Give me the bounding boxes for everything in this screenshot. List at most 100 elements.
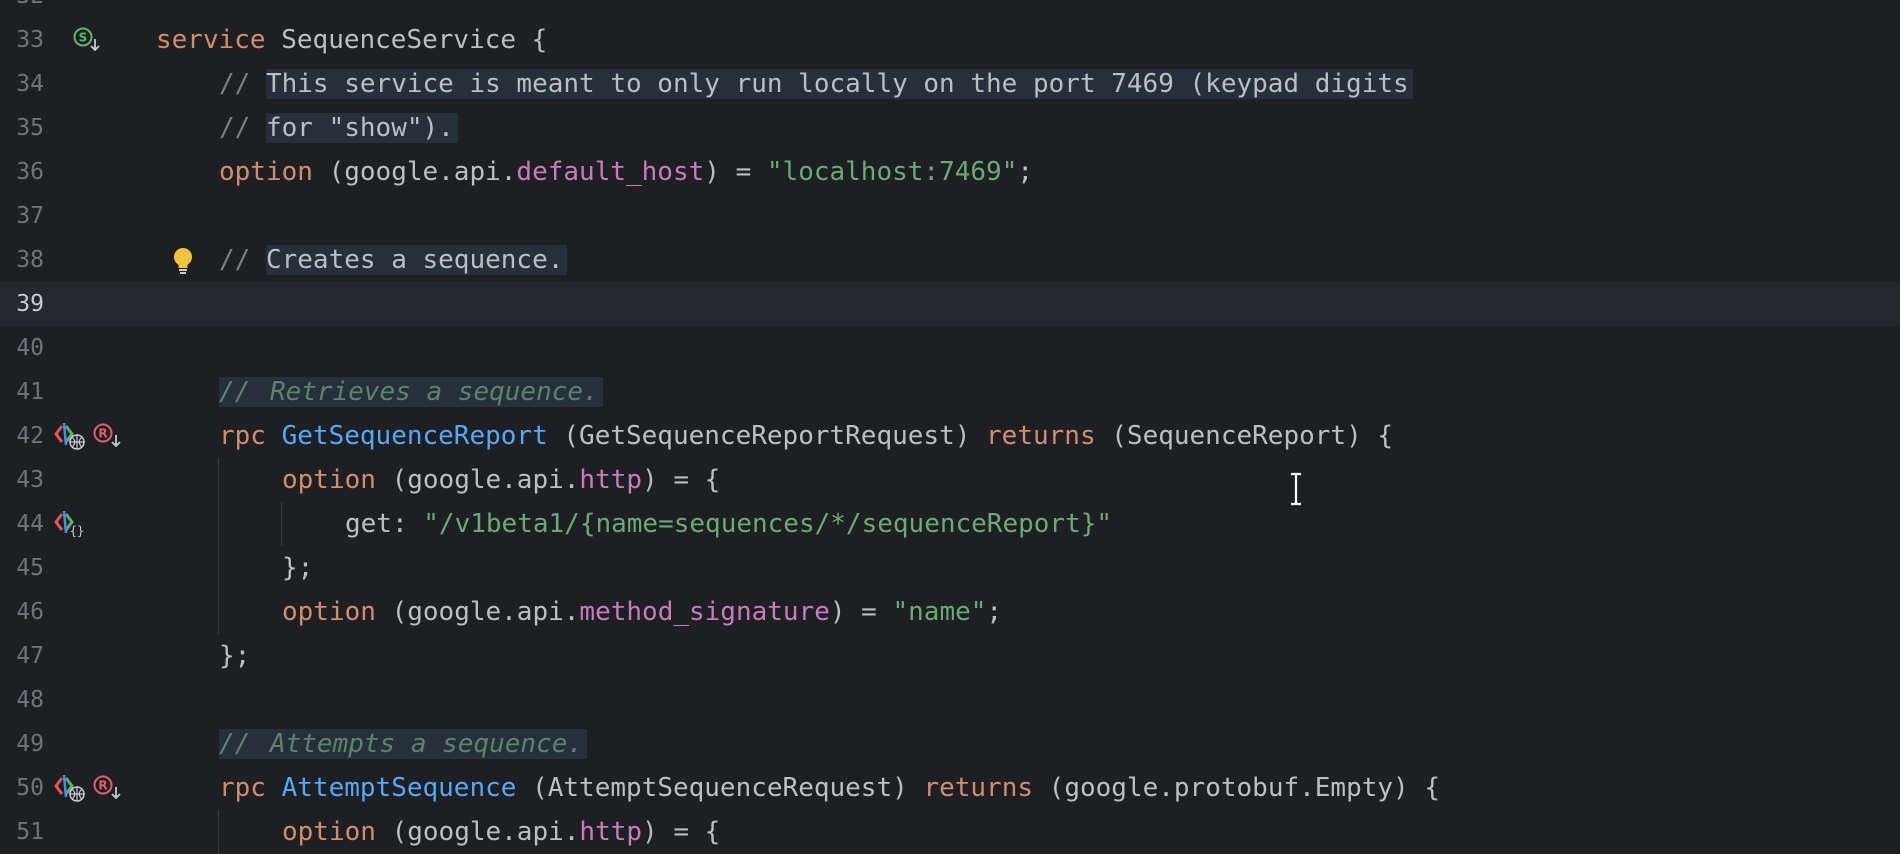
code-text: option (google.api.method_signature) = "… — [156, 590, 1002, 634]
comment-marker: // — [219, 729, 270, 759]
gutter-icons[interactable]: {} — [54, 502, 90, 546]
code-token: ; — [1017, 157, 1033, 187]
code-text: // This service is meant to only run loc… — [156, 62, 1413, 106]
field-name: http — [579, 465, 643, 495]
code-line[interactable]: 37 — [0, 194, 1900, 238]
line-number: 33 — [16, 27, 44, 53]
code-line[interactable]: 44 {} get: "/v1beta1/{name=sequences/*/s… — [0, 502, 1900, 546]
code-text: service SequenceService { — [156, 18, 547, 62]
code-text: rpc GetSequenceReport (GetSequenceReport… — [156, 414, 1393, 458]
code-token: ) = — [829, 597, 893, 627]
code-line[interactable]: 46 option (google.api.method_signature) … — [0, 590, 1900, 634]
comment-text: Attempts a sequence. — [269, 729, 588, 759]
code-line[interactable]: 47 }; — [0, 634, 1900, 678]
text-cursor-icon — [1291, 472, 1301, 506]
code-text: option (google.api.http) = { — [156, 458, 720, 502]
code-line[interactable]: 41 // Retrieves a sequence. — [0, 370, 1900, 414]
code-line[interactable]: 51 option (google.api.http) = { — [0, 810, 1900, 854]
line-number: 35 — [16, 115, 44, 141]
svg-text:S: S — [79, 31, 88, 45]
gutter-icons[interactable]: R — [54, 414, 126, 458]
keyword-rpc: rpc — [219, 773, 266, 803]
line-number: 45 — [16, 555, 44, 581]
keyword-service: service — [156, 25, 266, 55]
code-line[interactable]: 38 // Creates a sequence. — [0, 238, 1900, 282]
code-token: (google.api. — [375, 597, 580, 627]
comment-text: Retrieves a sequence. — [269, 377, 603, 407]
keyword-option: option — [219, 157, 313, 187]
code-line[interactable]: 42 R rpc GetSequenceReport (GetSequenceR… — [0, 414, 1900, 458]
rpc-marker-icon[interactable]: R — [92, 421, 126, 451]
code-text: }; — [156, 546, 313, 590]
code-text: // Attempts a sequence. — [156, 722, 588, 766]
rpc-method-name[interactable]: AttemptSequence — [282, 773, 517, 803]
comment-marker: // — [219, 377, 270, 407]
code-editor[interactable]: 32 33 S service SequenceService { 34 // … — [0, 0, 1900, 854]
field-name: http — [579, 817, 643, 847]
keyword-option: option — [282, 597, 376, 627]
code-token: ) = { — [642, 465, 721, 495]
code-token: ; — [986, 597, 1003, 627]
code-line[interactable]: 49 // Attempts a sequence. — [0, 722, 1900, 766]
comment-text: for "show"). — [265, 113, 458, 143]
line-number: 38 — [16, 247, 44, 273]
rpc-marker-icon[interactable]: R — [92, 773, 126, 803]
line-number: 47 — [16, 643, 44, 669]
code-token: (SequenceReport) { — [1095, 421, 1394, 451]
line-number: 40 — [16, 335, 44, 361]
code-token: }; — [219, 641, 251, 671]
keyword-option: option — [282, 465, 376, 495]
string-literal: "localhost:7469" — [766, 157, 1018, 187]
string-literal: "name" — [892, 597, 987, 627]
line-number: 39 — [16, 291, 44, 317]
code-token: (google.protobuf.Empty) { — [1033, 773, 1441, 803]
keyword-option: option — [282, 817, 376, 847]
code-token: ) = — [704, 157, 767, 187]
line-number: 50 — [16, 775, 44, 801]
line-number: 49 — [16, 731, 44, 757]
code-line[interactable]: 35 // for "show"). — [0, 106, 1900, 150]
grpc-icon[interactable] — [54, 773, 90, 803]
code-token: ) = { — [642, 817, 721, 847]
gutter-icons[interactable]: R — [54, 766, 126, 810]
code-token: (google.api. — [375, 817, 580, 847]
code-line[interactable]: 45 }; — [0, 546, 1900, 590]
service-marker-icon[interactable]: S — [72, 18, 102, 62]
line-number: 34 — [16, 71, 44, 97]
field-name: method_signature — [579, 597, 830, 627]
code-text: // Retrieves a sequence. — [156, 370, 603, 414]
line-number: 32 — [0, 0, 44, 18]
line-number: 46 — [16, 599, 44, 625]
code-line[interactable]: 34 // This service is meant to only run … — [0, 62, 1900, 106]
grpc-icon[interactable] — [54, 421, 90, 451]
code-line[interactable]: 48 — [0, 678, 1900, 722]
code-line[interactable]: 32 — [0, 0, 1900, 18]
code-line[interactable]: 43 option (google.api.http) = { — [0, 458, 1900, 502]
service-name: SequenceService { — [265, 25, 548, 55]
line-number: 43 — [16, 467, 44, 493]
code-text: rpc AttemptSequence (AttemptSequenceRequ… — [156, 766, 1440, 810]
line-number: 36 — [16, 159, 44, 185]
rpc-method-name[interactable]: GetSequenceReport — [282, 421, 548, 451]
code-line[interactable]: 40 — [0, 326, 1900, 370]
code-line[interactable]: 33 S service SequenceService { — [0, 18, 1900, 62]
code-text: }; — [156, 634, 250, 678]
grpc-icon[interactable]: {} — [54, 509, 90, 539]
current-code-line[interactable]: 39 — [0, 282, 1900, 326]
code-token: (GetSequenceReportRequest) — [547, 421, 987, 451]
comment-marker: // — [219, 245, 266, 275]
comment-text: This service is meant to only run locall… — [265, 69, 1413, 99]
code-token: }; — [282, 553, 314, 583]
comment-text: Creates a sequence. — [265, 245, 568, 275]
comment-marker: // — [219, 113, 266, 143]
code-line[interactable]: 50 R rpc AttemptSequence (AttemptSequenc… — [0, 766, 1900, 810]
code-text: get: "/v1beta1/{name=sequences/*/sequenc… — [156, 502, 1112, 546]
svg-text:R: R — [98, 427, 107, 441]
code-token: (google.api. — [312, 157, 517, 187]
code-line[interactable]: 36 option (google.api.default_host) = "l… — [0, 150, 1900, 194]
line-number: 37 — [16, 203, 44, 229]
code-text: // Creates a sequence. — [156, 238, 568, 282]
code-text: option (google.api.http) = { — [156, 810, 720, 854]
